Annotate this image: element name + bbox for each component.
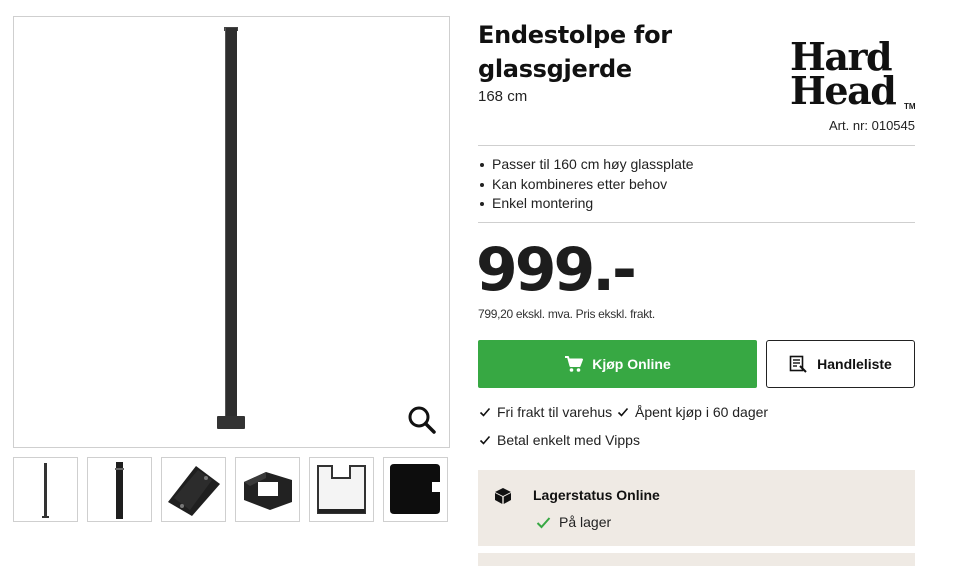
divider-middle	[478, 222, 915, 223]
check-icon	[536, 516, 551, 528]
post-foot-plate	[217, 416, 245, 429]
article-number: Art. nr: 010545	[829, 118, 915, 133]
product-main-image[interactable]	[13, 16, 450, 448]
brand-logo-line2: Head	[790, 68, 897, 113]
stock-status-label: På lager	[559, 514, 612, 530]
thumbnail-3[interactable]	[161, 457, 226, 522]
usp-free-shipping: Fri frakt til varehus	[479, 404, 612, 420]
post-shaft	[225, 28, 237, 420]
magnifier-icon[interactable]	[407, 405, 437, 435]
buy-online-button[interactable]: Kjøp Online	[478, 340, 757, 388]
product-size: 168 cm	[478, 88, 528, 105]
thumbnail-strip	[13, 457, 450, 523]
thumbnail-4[interactable]	[235, 457, 300, 522]
store-stock-box	[478, 553, 915, 566]
product-title: Endestolpe for glassgjerde	[478, 21, 672, 83]
brand-logo: Hard Head TM	[790, 38, 920, 116]
usp-label: Betal enkelt med Vipps	[497, 432, 640, 448]
divider-top	[478, 145, 915, 146]
feature-list: Passer til 160 cm høy glassplate Kan kom…	[478, 155, 694, 214]
stock-title: Lagerstatus Online	[533, 487, 660, 503]
shopping-list-icon	[789, 355, 807, 373]
box-icon	[495, 488, 511, 504]
stock-status: På lager	[536, 514, 611, 530]
thumbnail-6[interactable]	[383, 457, 448, 522]
thumbnail-5[interactable]	[309, 457, 374, 522]
price-note: 799,20 ekskl. mva. Pris ekskl. frakt.	[478, 307, 655, 321]
stock-status-box: Lagerstatus Online På lager	[478, 470, 915, 546]
thumbnail-2[interactable]	[87, 457, 152, 522]
brand-trademark: TM	[904, 102, 916, 111]
usp-open-purchase: Åpent kjøp i 60 dager	[617, 404, 768, 420]
check-icon	[479, 407, 491, 417]
usp-vipps: Betal enkelt med Vipps	[479, 432, 640, 448]
cart-icon	[565, 356, 584, 372]
buy-online-label: Kjøp Online	[592, 356, 671, 372]
shopping-list-button[interactable]: Handleliste	[766, 340, 915, 388]
check-icon	[479, 435, 491, 445]
price: 999.-	[476, 235, 637, 305]
thumbnail-1[interactable]	[13, 457, 78, 522]
feature-item: Kan kombineres etter behov	[478, 175, 694, 195]
feature-item: Enkel montering	[478, 194, 694, 214]
usp-label: Fri frakt til varehus	[497, 404, 613, 420]
usp-label: Åpent kjøp i 60 dager	[635, 404, 769, 420]
check-icon	[617, 407, 629, 417]
shopping-list-label: Handleliste	[817, 356, 892, 372]
feature-item: Passer til 160 cm høy glassplate	[478, 155, 694, 175]
